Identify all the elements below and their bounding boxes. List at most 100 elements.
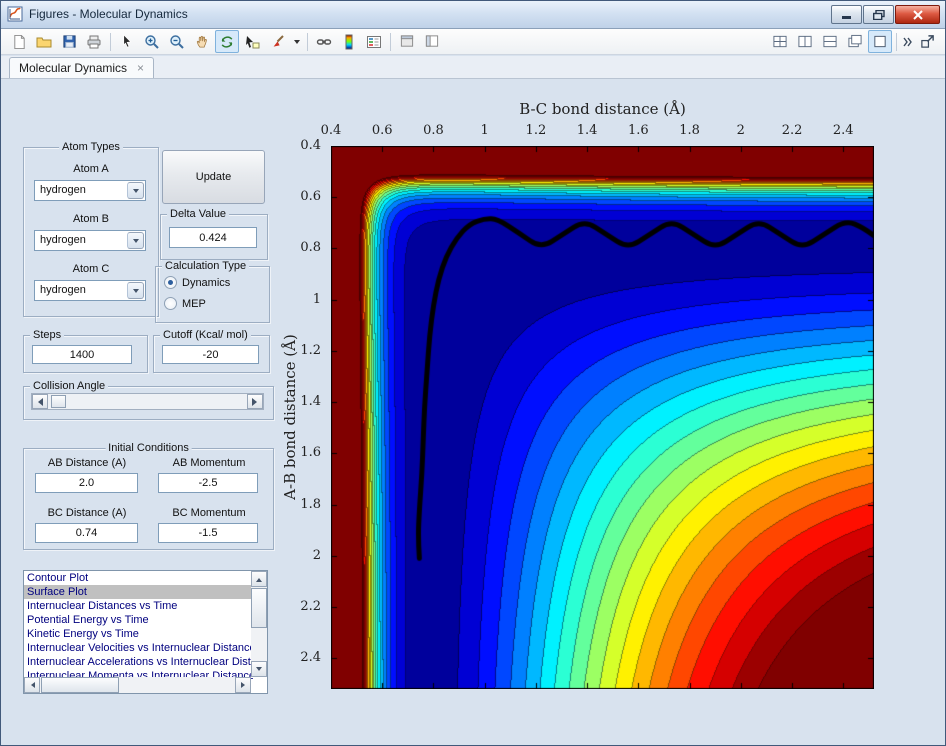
y-tick-labels: 0.40.60.811.21.41.61.822.22.4	[291, 146, 325, 689]
ab-distance-field[interactable]	[35, 473, 138, 493]
rotate-3d-icon[interactable]	[215, 30, 239, 53]
scroll-up-icon[interactable]	[251, 571, 267, 587]
toolbar-overflow-icon[interactable]	[901, 30, 914, 53]
y-tick-label: 2.4	[300, 650, 321, 665]
pan-hand-icon[interactable]	[190, 30, 214, 53]
hide-plot-tools-icon[interactable]	[395, 30, 419, 53]
radio-unselected-icon[interactable]	[164, 297, 177, 310]
cutoff-field[interactable]	[162, 345, 259, 364]
show-plot-tools-icon[interactable]	[420, 30, 444, 53]
figure-toolbar	[1, 29, 945, 55]
new-figure-icon[interactable]	[7, 30, 31, 53]
dock-figures-icon[interactable]	[915, 30, 939, 53]
atom-c-dropdown[interactable]: hydrogen	[34, 280, 146, 301]
vertical-scroll-thumb[interactable]	[251, 588, 267, 628]
maximize-button[interactable]	[863, 5, 894, 24]
x-axis-title: B-C bond distance (Å)	[331, 100, 874, 118]
bc-momentum-label: BC Momentum	[154, 507, 264, 519]
layout-cascade-icon[interactable]	[843, 30, 867, 53]
tab-close-icon[interactable]: ×	[137, 61, 144, 75]
update-button[interactable]: Update	[162, 150, 265, 204]
radio-selected-icon[interactable]	[164, 276, 177, 289]
scroll-right-icon[interactable]	[235, 677, 251, 693]
atom-types-title: Atom Types	[59, 141, 123, 153]
horizontal-scroll-thumb[interactable]	[41, 677, 119, 693]
edit-plot-pointer-icon[interactable]	[115, 30, 139, 53]
scroll-down-icon[interactable]	[251, 661, 267, 677]
matlab-figure-icon	[7, 6, 23, 27]
delta-value-field[interactable]	[169, 227, 257, 248]
ab-momentum-field[interactable]	[158, 473, 258, 493]
list-item[interactable]: Potential Energy vs Time	[24, 613, 253, 627]
ab-momentum-label: AB Momentum	[154, 457, 264, 469]
horizontal-scrollbar[interactable]	[24, 677, 251, 693]
tab-molecular-dynamics[interactable]: Molecular Dynamics ×	[9, 57, 154, 78]
zoom-out-icon[interactable]	[165, 30, 189, 53]
collision-angle-panel: Collision Angle	[23, 386, 274, 420]
layout-grid-icon[interactable]	[768, 30, 792, 53]
chevron-down-icon[interactable]	[127, 182, 144, 199]
figures-window: Figures - Molecular Dynamics	[0, 0, 946, 746]
y-tick-label: 1.4	[300, 394, 321, 409]
layout-single-icon[interactable]	[868, 30, 892, 53]
collision-angle-title: Collision Angle	[30, 380, 108, 392]
chevron-down-icon[interactable]	[127, 232, 144, 249]
slider-thumb[interactable]	[51, 395, 66, 408]
dynamics-radio[interactable]: Dynamics	[164, 276, 230, 289]
x-tick-label: 1.4	[570, 123, 604, 138]
collision-angle-slider[interactable]	[31, 393, 264, 410]
x-tick-label: 1.8	[673, 123, 707, 138]
delta-value-panel: Delta Value	[160, 214, 268, 260]
steps-field[interactable]	[32, 345, 132, 364]
slider-right-arrow-icon[interactable]	[247, 394, 263, 409]
list-item[interactable]: Kinetic Energy vs Time	[24, 627, 253, 641]
x-tick-label: 2.4	[826, 123, 860, 138]
layout-left-right-icon[interactable]	[793, 30, 817, 53]
tab-bar: Molecular Dynamics ×	[1, 56, 945, 79]
list-item-selected[interactable]: Surface Plot	[24, 585, 253, 599]
atom-a-label: Atom A	[24, 163, 158, 175]
toolbar-separator	[390, 33, 391, 51]
atom-c-label: Atom C	[24, 263, 158, 275]
bc-distance-field[interactable]	[35, 523, 138, 543]
atom-b-label: Atom B	[24, 213, 158, 225]
list-item[interactable]: Internuclear Accelerations vs Internucle…	[24, 655, 253, 669]
slider-left-arrow-icon[interactable]	[32, 394, 48, 409]
potential-energy-surface-plot[interactable]	[331, 146, 874, 689]
list-item[interactable]: Contour Plot	[24, 571, 253, 585]
mep-radio-label: MEP	[182, 298, 206, 310]
toolbar-separator	[110, 33, 111, 51]
mep-radio[interactable]: MEP	[164, 297, 206, 310]
steps-panel: Steps	[23, 335, 148, 373]
toolbar-separator	[307, 33, 308, 51]
toolbar-separator	[896, 33, 897, 51]
plot-type-listbox[interactable]: Contour Plot Surface Plot Internuclear D…	[23, 570, 268, 694]
atom-c-value: hydrogen	[40, 284, 86, 296]
list-item[interactable]: Internuclear Velocities vs Internuclear …	[24, 641, 253, 655]
insert-colorbar-icon[interactable]	[337, 30, 361, 53]
atom-b-value: hydrogen	[40, 234, 86, 246]
brush-dropdown-icon[interactable]	[290, 30, 303, 53]
zoom-in-icon[interactable]	[140, 30, 164, 53]
data-cursor-icon[interactable]	[240, 30, 264, 53]
atom-a-dropdown[interactable]: hydrogen	[34, 180, 146, 201]
link-plot-icon[interactable]	[312, 30, 336, 53]
vertical-scrollbar[interactable]	[251, 571, 267, 677]
print-figure-icon[interactable]	[82, 30, 106, 53]
minimize-button[interactable]	[831, 5, 862, 24]
scroll-left-icon[interactable]	[24, 677, 40, 693]
y-tick-label: 1.6	[300, 445, 321, 460]
calculation-type-title: Calculation Type	[162, 260, 249, 272]
cutoff-title: Cutoff (Kcal/ mol)	[160, 329, 251, 341]
bc-momentum-field[interactable]	[158, 523, 258, 543]
insert-legend-icon[interactable]	[362, 30, 386, 53]
list-item[interactable]: Internuclear Distances vs Time	[24, 599, 253, 613]
close-button[interactable]	[895, 5, 940, 24]
open-file-icon[interactable]	[32, 30, 56, 53]
y-tick-label: 0.6	[300, 189, 321, 204]
layout-top-bottom-icon[interactable]	[818, 30, 842, 53]
chevron-down-icon[interactable]	[127, 282, 144, 299]
save-figure-icon[interactable]	[57, 30, 81, 53]
brush-data-icon[interactable]	[265, 30, 289, 53]
atom-b-dropdown[interactable]: hydrogen	[34, 230, 146, 251]
